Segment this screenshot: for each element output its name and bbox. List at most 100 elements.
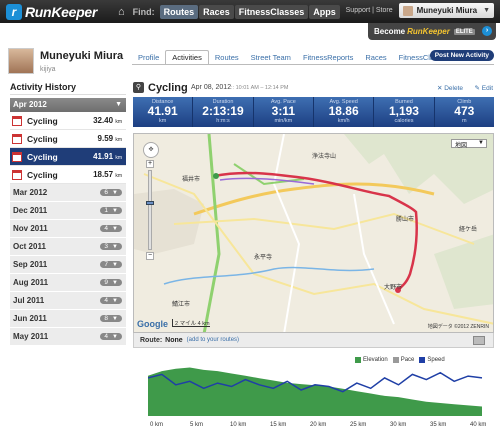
month-count-badge: 3 ▼: [100, 243, 122, 250]
month-row[interactable]: Sep 2011 7 ▼: [10, 256, 126, 274]
zoom-slider[interactable]: [146, 170, 154, 250]
activity-title: Cycling: [148, 82, 188, 94]
caret-down-icon: ▼: [112, 279, 118, 286]
zoom-out-button[interactable]: −: [146, 252, 154, 260]
legend-speed[interactable]: Speed: [419, 357, 445, 363]
x-tick-label: 40 km: [470, 422, 486, 428]
caret-down-icon: ▼: [112, 333, 118, 340]
activity-item[interactable]: Cycling 18.57 km: [10, 166, 126, 184]
add-to-routes-link[interactable]: (add to your routes): [187, 337, 239, 343]
zoom-in-button[interactable]: +: [146, 160, 154, 168]
x-tick-label: 10 km: [230, 422, 246, 428]
month-count-badge: 4 ▼: [100, 333, 122, 340]
arrow-right-icon: ›: [482, 26, 492, 36]
nav-fitness-classes[interactable]: FitnessClasses: [234, 4, 309, 19]
caret-down-icon: ▼: [112, 315, 118, 322]
map-credit: 地図データ ©2012 ZENRIN: [427, 324, 489, 330]
tab-activities[interactable]: Activities: [165, 50, 209, 65]
activity-type: Cycling: [27, 133, 58, 144]
map-type-select[interactable]: 地図 ▼: [451, 139, 487, 149]
map-label: 大野市: [384, 285, 403, 291]
route-bar: Route: None (add to your routes): [133, 333, 494, 348]
stat-climb: Climb 473 m: [454, 99, 475, 124]
profile-name[interactable]: Muneyuki Miura: [40, 50, 123, 62]
legend-elevation[interactable]: Elevation: [355, 357, 388, 363]
activity-item-selected[interactable]: Cycling 41.91 km: [10, 148, 126, 166]
tab-fitness-reports[interactable]: FitnessReports: [297, 51, 359, 64]
month-header-label: Apr 2012: [13, 100, 47, 109]
post-new-activity-button[interactable]: Post New Activity: [429, 50, 494, 61]
pan-control-icon[interactable]: ✥: [143, 142, 159, 158]
map-label: 鯖江市: [172, 302, 191, 308]
month-name: Oct 2011: [13, 242, 46, 251]
x-tick-label: 15 km: [270, 422, 286, 428]
caret-down-icon: ▼: [112, 207, 118, 214]
home-icon[interactable]: ⌂: [118, 6, 125, 18]
x-tick-label: 35 km: [430, 422, 446, 428]
caret-down-icon: ▼: [478, 140, 484, 146]
chevron-down-icon: ▼: [483, 7, 490, 14]
stats-bar: Distance 41.91 km Duration 2:13:19 h:m:s Avg…: [133, 97, 494, 127]
month-row[interactable]: Jun 2011 8 ▼: [10, 310, 126, 328]
become-elite-banner[interactable]: Become RunKeeper ELITE ›: [368, 23, 496, 40]
month-row[interactable]: Dec 2011 1 ▼: [10, 202, 126, 220]
map-label: 経ケ岳: [459, 227, 478, 233]
month-row[interactable]: Nov 2011 4 ▼: [10, 220, 126, 238]
calendar-icon: [12, 133, 22, 144]
bicycle-icon: ⚲: [133, 82, 144, 93]
month-row[interactable]: Jul 2011 4 ▼: [10, 292, 126, 310]
logo-text: RunKeeper: [25, 3, 97, 20]
activity-item[interactable]: Cycling 32.40 km: [10, 112, 126, 130]
month-name: Sep 2011: [13, 260, 48, 269]
month-count-badge: 6 ▼: [100, 189, 122, 196]
month-header-current[interactable]: Apr 2012 ▼: [10, 98, 126, 112]
x-tick-label: 5 km: [190, 422, 203, 428]
x-tick-label: 25 km: [350, 422, 366, 428]
month-name: Dec 2011: [13, 206, 48, 215]
calendar-icon: [12, 151, 22, 162]
user-menu-button[interactable]: Muneyuki Miura ▼: [398, 3, 494, 18]
top-navigation-bar: r RunKeeper ⌂ Find: Routes Races Fitness…: [0, 0, 500, 23]
tab-profile[interactable]: Profile: [132, 51, 165, 64]
google-logo: Google: [137, 319, 168, 329]
map-scale: 2 マイル 4 km: [172, 319, 210, 327]
nav-apps[interactable]: Apps: [309, 4, 340, 19]
fullscreen-map-icon[interactable]: [473, 336, 485, 345]
month-name: Aug 2011: [13, 278, 49, 287]
month-row[interactable]: Mar 2012 6 ▼: [10, 184, 126, 202]
month-count-badge: 9 ▼: [100, 279, 122, 286]
find-label: Find:: [132, 6, 155, 17]
support-store-links[interactable]: Support | Store: [346, 7, 393, 14]
calendar-icon: [12, 169, 22, 180]
x-tick-label: 20 km: [310, 422, 326, 428]
stat-distance: Distance 41.91 km: [133, 97, 194, 127]
activity-history-sidebar: Activity History Apr 2012 ▼ Cycling 32.4…: [10, 82, 126, 346]
activity-item[interactable]: Cycling 9.59 km: [10, 130, 126, 148]
nav-races[interactable]: Races: [199, 4, 234, 19]
route-value: None: [165, 336, 183, 344]
profile-avatar[interactable]: [8, 48, 34, 74]
map-zoom-control: ✥ + −: [143, 142, 159, 262]
tab-routes[interactable]: Routes: [209, 51, 245, 64]
activity-distance: 18.57 km: [93, 170, 122, 179]
runkeeper-logo[interactable]: r RunKeeper: [6, 3, 118, 20]
delete-link[interactable]: ✕ Delete: [437, 84, 463, 92]
tab-races[interactable]: Races: [359, 51, 392, 64]
edit-link[interactable]: ✎ Edit: [475, 84, 493, 92]
map-label: 永平寺: [254, 255, 273, 261]
elevation-area: [148, 367, 482, 416]
x-tick-label: 30 km: [390, 422, 406, 428]
route-map[interactable]: ✥ + − 地図 ▼ 福井市 勝山市 大野市 鯖江市 浄法寺山 経ケ岳 永平寺 G…: [133, 133, 494, 333]
legend-pace[interactable]: Pace: [392, 357, 414, 363]
tab-street-team[interactable]: Street Team: [245, 51, 297, 64]
month-row[interactable]: Oct 2011 3 ▼: [10, 238, 126, 256]
month-count-badge: 7 ▼: [100, 261, 122, 268]
caret-down-icon: ▼: [112, 261, 118, 268]
caret-down-icon: ▼: [112, 225, 118, 232]
activity-type: Cycling: [27, 151, 58, 162]
month-row[interactable]: May 2011 4 ▼: [10, 328, 126, 346]
zoom-slider-handle[interactable]: [146, 201, 154, 205]
map-label: 勝山市: [396, 217, 415, 223]
nav-routes[interactable]: Routes: [159, 4, 199, 19]
month-row[interactable]: Aug 2011 9 ▼: [10, 274, 126, 292]
